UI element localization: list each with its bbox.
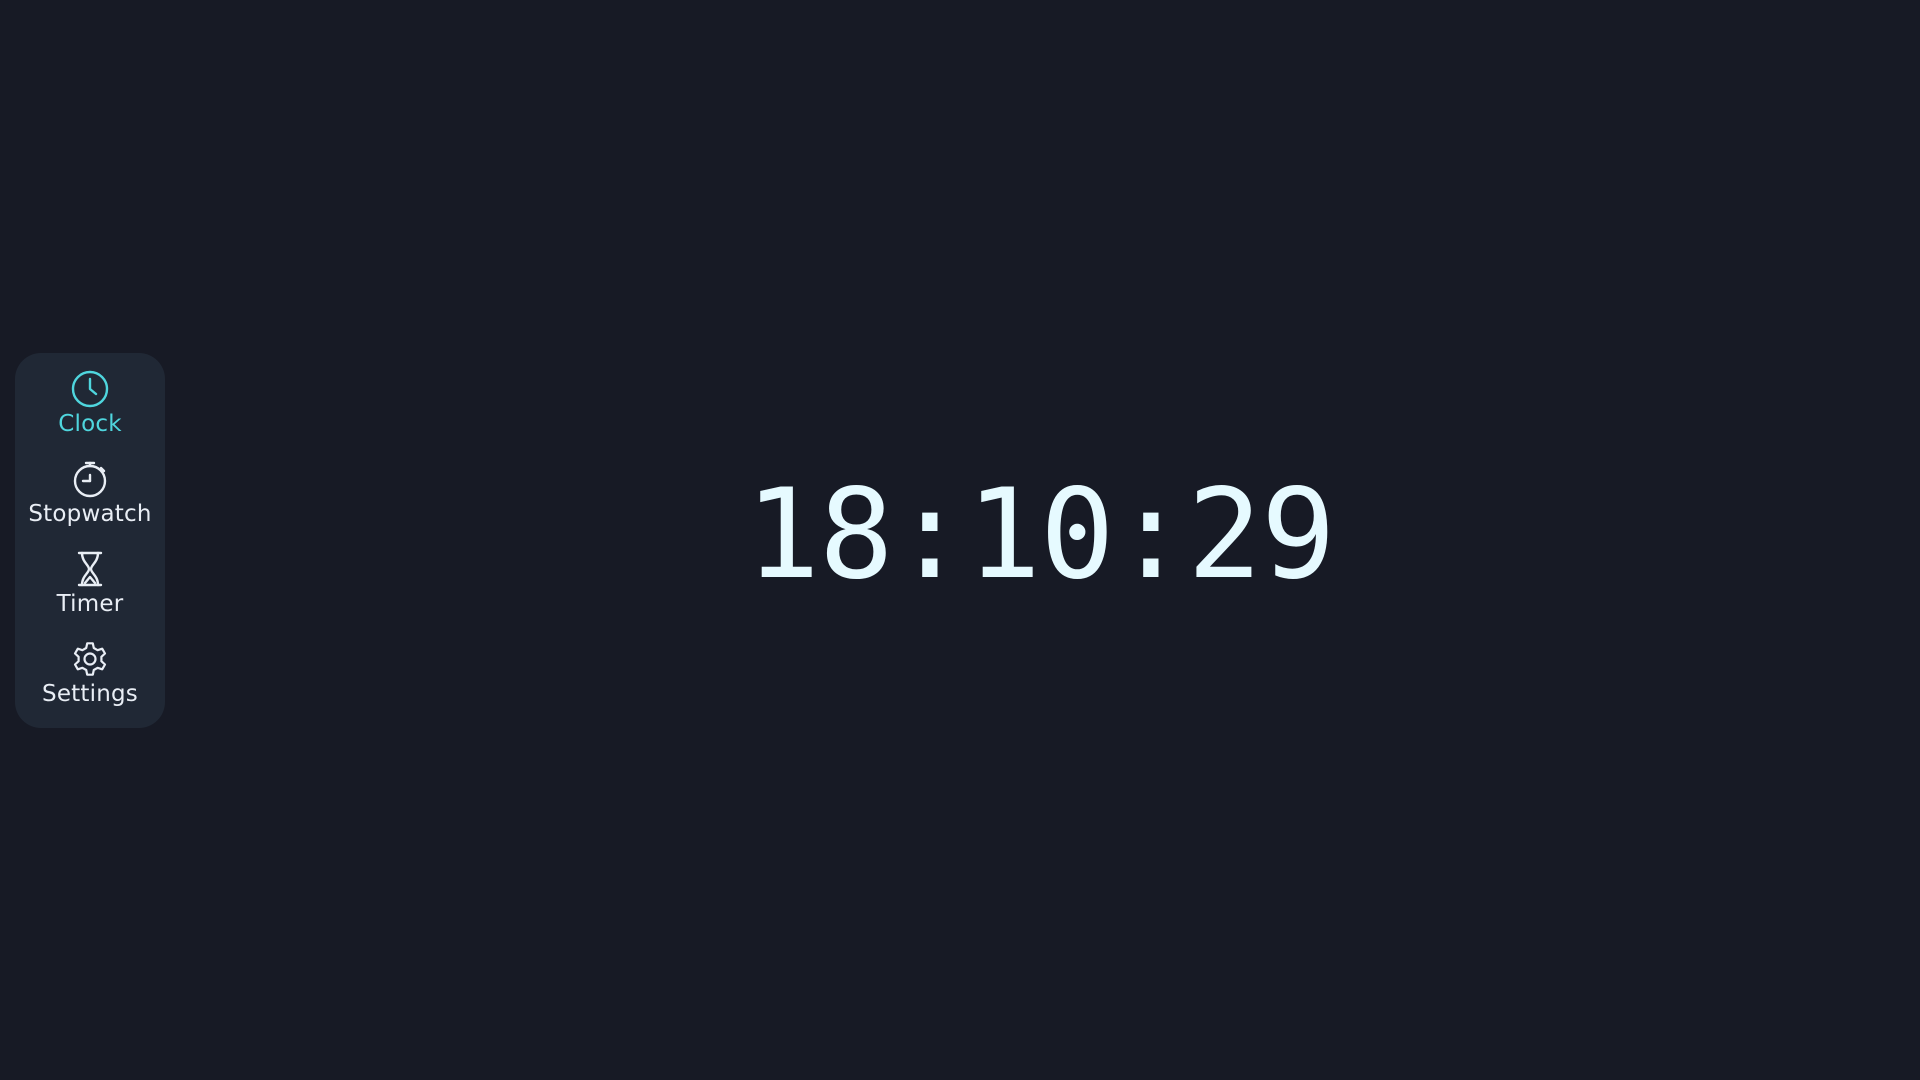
gear-icon xyxy=(70,639,110,679)
sidebar: Clock Stopwatch Timer Settings xyxy=(15,353,165,728)
sidebar-item-stopwatch[interactable]: Stopwatch xyxy=(15,459,165,549)
stopwatch-icon xyxy=(70,459,110,499)
hourglass-icon xyxy=(70,549,110,589)
sidebar-item-label: Stopwatch xyxy=(28,501,152,527)
clock-time-display: 18:10:29 xyxy=(745,463,1335,607)
clock-app: Clock Stopwatch Timer Settings 18:10:29 xyxy=(0,0,1920,1080)
sidebar-item-label: Clock xyxy=(58,411,122,437)
sidebar-item-timer[interactable]: Timer xyxy=(15,549,165,639)
sidebar-item-label: Settings xyxy=(42,681,138,707)
sidebar-item-settings[interactable]: Settings xyxy=(15,639,165,729)
sidebar-item-clock[interactable]: Clock xyxy=(15,369,165,459)
clock-icon xyxy=(70,369,110,409)
sidebar-item-label: Timer xyxy=(56,591,124,617)
